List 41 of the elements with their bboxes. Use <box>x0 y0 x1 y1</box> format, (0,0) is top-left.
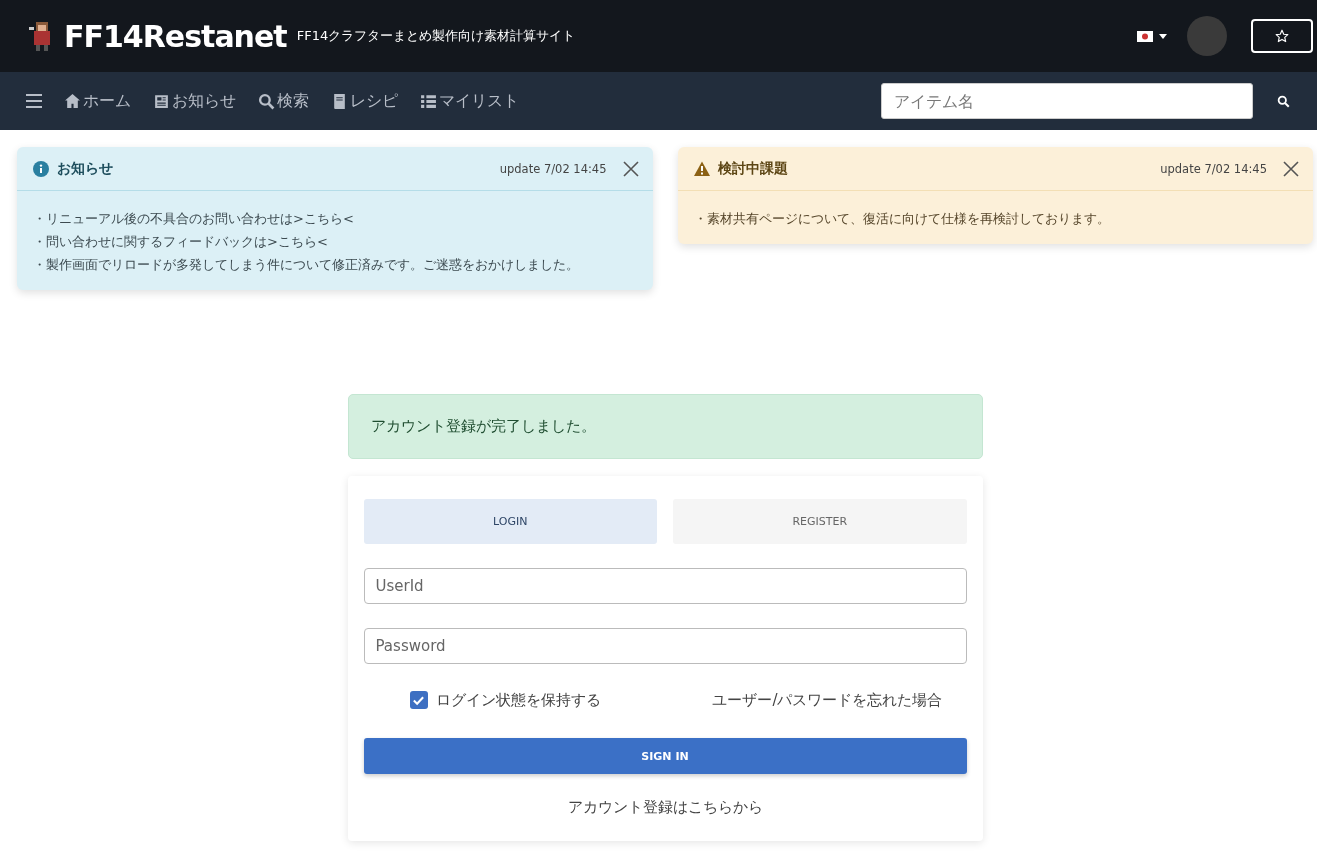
menu-icon[interactable] <box>26 94 42 108</box>
favorite-button[interactable] <box>1251 19 1313 53</box>
search-icon <box>258 92 275 110</box>
home-icon <box>64 92 81 110</box>
list-icon <box>420 92 437 110</box>
user-id-field[interactable]: UserId <box>363 568 967 604</box>
nav-link[interactable]: お知らせ <box>153 90 236 112</box>
notice-title: 検討中課題 <box>717 159 789 178</box>
nav-link[interactable]: レシピ <box>331 90 398 112</box>
notice-title: お知らせ <box>57 159 114 178</box>
caret-icon[interactable] <box>1159 33 1167 39</box>
remember-label[interactable]: ログイン状態を保持する <box>435 690 601 710</box>
notice-text: ・製作画面でリロードが多発してしまう件について修正済みです。ご迷惑をおかけしました。 <box>33 256 580 274</box>
login-tab[interactable]: LOGIN <box>363 499 657 544</box>
remember-checkbox[interactable] <box>409 691 428 709</box>
success-alert: アカウント登録が完了しました。 <box>347 394 983 459</box>
nav-link[interactable]: マイリスト <box>420 90 519 112</box>
site-tagline: FF14クラフターまとめ製作向け素材計算サイト <box>296 27 576 45</box>
close-icon[interactable] <box>622 160 639 177</box>
newspaper-icon <box>153 92 170 110</box>
forgot-password-link[interactable]: ユーザー/パスワードを忘れた場合 <box>712 690 943 710</box>
update-time: update 7/02 14:45 <box>499 161 607 176</box>
info-icon <box>33 160 49 177</box>
notice-text: ・リニューアル後の不具合のお問い合わせは>こちら< <box>33 210 355 228</box>
book-icon <box>331 92 348 110</box>
update-time: update 7/02 14:45 <box>1160 161 1267 176</box>
register-link[interactable]: アカウント登録はこちらから <box>567 798 763 817</box>
nav-link[interactable]: 検索 <box>258 90 309 112</box>
japan-flag-icon[interactable] <box>1137 30 1153 42</box>
nav-link[interactable]: ホーム <box>64 90 131 112</box>
search-icon <box>1276 94 1290 108</box>
notice-text: ・素材共有ページについて、復活に向けて仕様を再検討しております。 <box>693 210 1111 228</box>
site-title[interactable]: FF14Restanet <box>64 18 287 54</box>
search-field[interactable]: アイテム名 <box>881 83 1253 119</box>
notice-text: ・問い合わせに関するフィードバックは>こちら< <box>33 233 329 251</box>
register-tab[interactable]: REGISTER <box>673 499 967 544</box>
close-icon[interactable] <box>1283 160 1299 177</box>
star-icon <box>1275 29 1289 43</box>
warning-icon <box>693 160 710 177</box>
password-field[interactable]: Password <box>363 628 967 664</box>
sign-in-button[interactable]: SIGN IN <box>363 738 967 774</box>
